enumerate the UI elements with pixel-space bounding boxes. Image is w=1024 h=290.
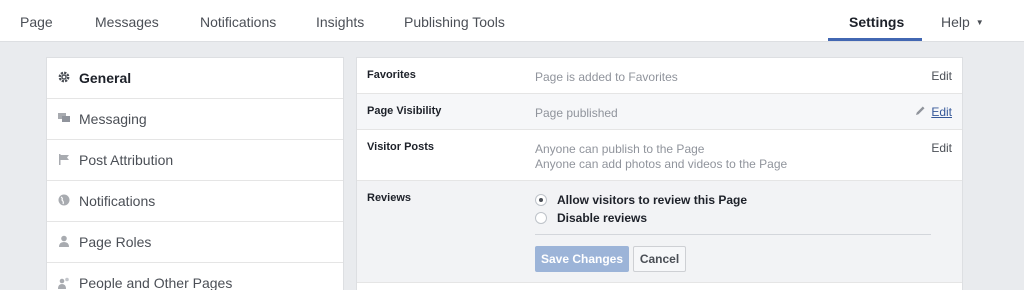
caret-down-icon: ▼ — [975, 18, 984, 27]
sidebar-item-messaging[interactable]: Messaging — [47, 99, 343, 140]
gear-icon — [57, 70, 71, 84]
help-menu[interactable]: Help ▼ — [941, 14, 984, 30]
sidebar-item-people-and-other-pages[interactable]: People and Other Pages — [47, 263, 343, 290]
edit-link[interactable]: Edit — [931, 105, 952, 119]
radio-label: Allow visitors to review this Page — [557, 193, 748, 207]
messaging-icon — [57, 111, 71, 125]
setting-label: Reviews — [367, 192, 412, 204]
active-tab-underline — [828, 38, 922, 41]
top-nav: Page Messages Notifications Insights Pub… — [0, 0, 1024, 42]
setting-row-page-visibility[interactable]: Page Visibility Page published Edit — [357, 94, 962, 130]
setting-label: Page Visibility — [367, 105, 442, 117]
tab-notifications[interactable]: Notifications — [200, 14, 276, 30]
setting-label: Favorites — [367, 69, 416, 81]
cancel-button[interactable]: Cancel — [633, 246, 686, 272]
sidebar-item-general[interactable]: General — [47, 58, 343, 99]
setting-row-favorites: Favorites Page is added to Favorites Edi… — [357, 58, 962, 94]
sidebar-item-label: People and Other Pages — [79, 275, 233, 290]
setting-row-visitor-posts: Visitor Posts Anyone can publish to the … — [357, 130, 962, 181]
radio-button-unchecked[interactable] — [535, 212, 547, 224]
setting-label: Visitor Posts — [367, 141, 435, 153]
setting-value-line-1: Anyone can publish to the Page — [535, 142, 705, 156]
radio-label: Disable reviews — [557, 211, 648, 225]
sidebar-item-label: Page Roles — [79, 234, 152, 250]
settings-panel: Favorites Page is added to Favorites Edi… — [356, 57, 963, 290]
save-changes-button[interactable]: Save Changes — [535, 246, 629, 272]
tab-messages[interactable]: Messages — [95, 14, 159, 30]
people-icon — [57, 275, 71, 289]
edit-link[interactable]: Edit — [931, 69, 952, 83]
divider — [535, 234, 931, 235]
radio-button-checked[interactable] — [535, 194, 547, 206]
flag-icon — [57, 152, 71, 166]
tab-settings[interactable]: Settings — [849, 14, 904, 30]
settings-sidebar: General Messaging Post Attribution Notif… — [46, 57, 344, 290]
person-icon — [57, 234, 71, 248]
sidebar-item-page-roles[interactable]: Page Roles — [47, 222, 343, 263]
setting-value: Page published — [535, 106, 618, 120]
edit-link[interactable]: Edit — [931, 141, 952, 155]
setting-value-line-2: Anyone can add photos and videos to the … — [535, 157, 788, 171]
pencil-icon — [915, 105, 926, 119]
tab-page[interactable]: Page — [20, 14, 53, 30]
tab-publishing-tools[interactable]: Publishing Tools — [404, 14, 505, 30]
sidebar-item-post-attribution[interactable]: Post Attribution — [47, 140, 343, 181]
sidebar-item-notifications[interactable]: Notifications — [47, 181, 343, 222]
tab-insights[interactable]: Insights — [316, 14, 364, 30]
sidebar-item-label: General — [79, 70, 132, 86]
sidebar-item-label: Post Attribution — [79, 152, 174, 168]
globe-icon — [57, 193, 71, 207]
sidebar-item-label: Notifications — [79, 193, 156, 209]
sidebar-item-label: Messaging — [79, 111, 147, 127]
setting-value: Page is added to Favorites — [535, 70, 678, 84]
help-label: Help — [941, 14, 970, 30]
